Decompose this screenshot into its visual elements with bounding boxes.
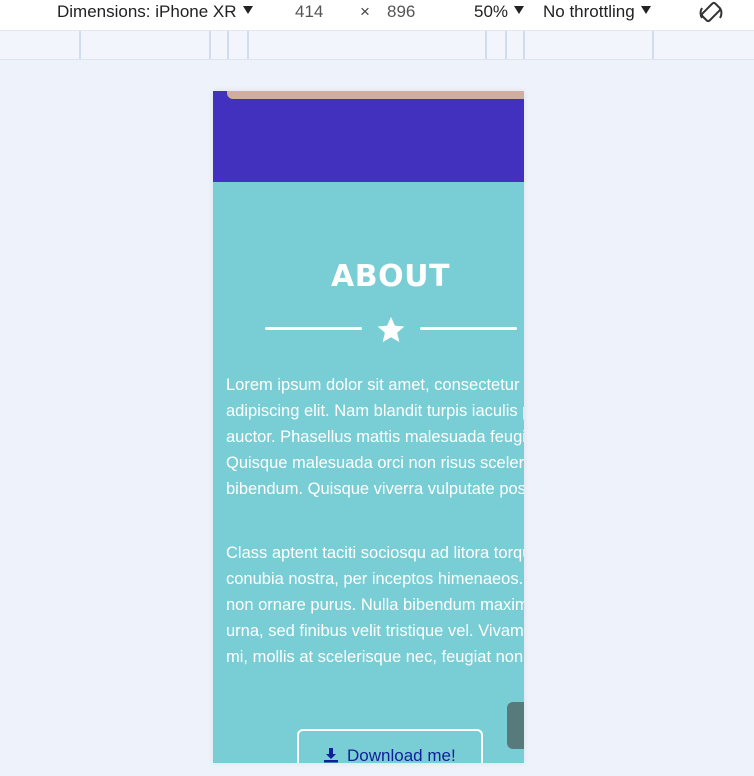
- device-viewport: ABOUT Lorem ipsum dolor sit amet, consec…: [213, 91, 524, 763]
- breakpoint-marker[interactable]: [227, 31, 229, 59]
- rotate-button[interactable]: [698, 0, 724, 31]
- about-paragraph-2: Class aptent taciti sociosqu ad litora t…: [226, 544, 524, 666]
- device-selector-label: Dimensions: iPhone XR: [57, 2, 237, 21]
- scroll-to-top-button[interactable]: [507, 702, 524, 749]
- zoom-selector[interactable]: 50%: [474, 2, 525, 22]
- hero-section: [213, 91, 524, 182]
- dimension-separator: ×: [360, 2, 370, 21]
- breakpoint-marker[interactable]: [505, 31, 507, 59]
- divider-line-right: [420, 327, 517, 330]
- throttling-selector[interactable]: No throttling: [543, 2, 651, 22]
- about-paragraph-1: Lorem ipsum dolor sit amet, consectetur …: [226, 376, 524, 498]
- download-button-content: Download me!: [323, 746, 456, 763]
- download-label: Download me!: [347, 746, 456, 763]
- chevron-down-icon: [514, 6, 525, 14]
- width-input[interactable]: 414: [295, 2, 323, 22]
- rotate-icon: [699, 1, 723, 23]
- download-button[interactable]: Download me!: [297, 729, 483, 763]
- chevron-down-icon: [242, 6, 253, 14]
- chevron-down-icon: [640, 6, 651, 14]
- device-toolbar: Dimensions: iPhone XR 414 × 896 50% No t…: [0, 0, 754, 31]
- throttling-label: No throttling: [543, 2, 635, 21]
- breakpoint-marker[interactable]: [485, 31, 487, 59]
- download-icon: [324, 748, 338, 763]
- breakpoint-marker[interactable]: [523, 31, 525, 59]
- height-input[interactable]: 896: [387, 2, 415, 22]
- divider-line-left: [265, 327, 362, 330]
- breakpoint-marker[interactable]: [209, 31, 211, 59]
- media-query-bar: [0, 31, 754, 60]
- star-icon: [377, 316, 405, 343]
- about-heading: ABOUT: [331, 259, 450, 294]
- accent-bar: [227, 91, 524, 99]
- breakpoint-marker[interactable]: [79, 31, 81, 59]
- zoom-label: 50%: [474, 2, 509, 21]
- breakpoint-marker[interactable]: [652, 31, 654, 59]
- breakpoint-marker[interactable]: [247, 31, 249, 59]
- device-selector[interactable]: Dimensions: iPhone XR: [57, 2, 253, 22]
